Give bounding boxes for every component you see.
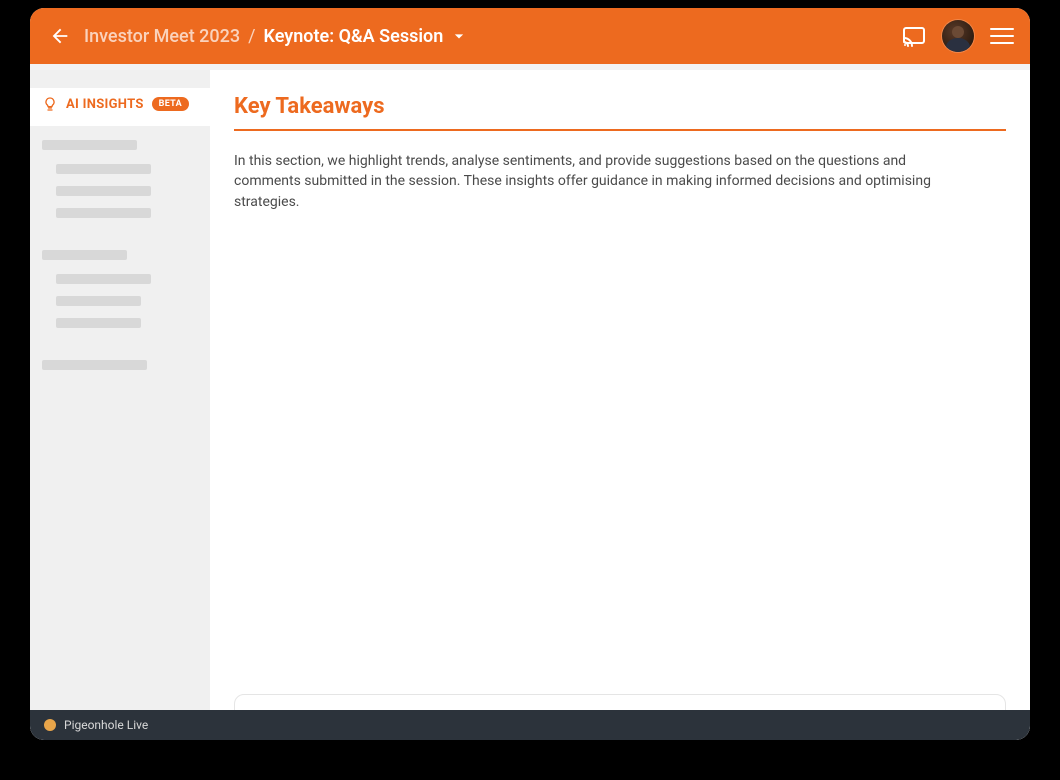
breadcrumb-separator: /: [248, 26, 255, 47]
brand-name: Pigeonhole Live: [64, 718, 148, 732]
skeleton-placeholder: [42, 250, 127, 260]
hamburger-icon-line: [990, 42, 1014, 44]
sidebar-item-label: AI INSIGHTS: [66, 97, 144, 112]
breadcrumb-current-dropdown[interactable]: Keynote: Q&A Session: [264, 26, 470, 47]
skeleton-placeholder: [56, 296, 141, 306]
sidebar-skeleton-group: [30, 126, 210, 236]
back-button[interactable]: [46, 22, 74, 50]
skeleton-placeholder: [56, 208, 151, 218]
skeleton-placeholder: [56, 164, 151, 174]
brand-logo-icon: [44, 719, 56, 731]
arrow-left-icon: [49, 25, 71, 47]
lightbulb-icon: [42, 96, 58, 112]
main-content: Key Takeaways In this section, we highli…: [210, 70, 1030, 740]
bottom-bar: Pigeonhole Live: [30, 710, 1030, 740]
content-area: AI INSIGHTS BETA Key Takeaways In th: [30, 70, 1030, 740]
cast-icon[interactable]: [902, 24, 926, 48]
chevron-down-icon: [449, 26, 469, 46]
sidebar: AI INSIGHTS BETA: [30, 70, 210, 740]
skeleton-placeholder: [56, 186, 151, 196]
header-actions: [902, 20, 1014, 52]
hamburger-icon-line: [990, 35, 1014, 37]
beta-badge: BETA: [152, 97, 189, 111]
app-header: Investor Meet 2023 / Keynote: Q&A Sessio…: [30, 8, 1030, 64]
sidebar-item-ai-insights[interactable]: AI INSIGHTS BETA: [30, 88, 210, 126]
breadcrumb-current-label: Keynote: Q&A Session: [264, 26, 444, 47]
sidebar-skeleton-group: [30, 236, 210, 346]
page-title: Key Takeaways: [234, 94, 1006, 131]
breadcrumb-parent[interactable]: Investor Meet 2023: [84, 26, 240, 47]
menu-button[interactable]: [990, 24, 1014, 48]
intro-text: In this section, we highlight trends, an…: [234, 151, 954, 212]
skeleton-placeholder: [56, 318, 141, 328]
breadcrumb: Investor Meet 2023 / Keynote: Q&A Sessio…: [84, 26, 469, 47]
sidebar-skeleton-group: [30, 346, 210, 390]
app-frame: Investor Meet 2023 / Keynote: Q&A Sessio…: [30, 8, 1030, 740]
skeleton-placeholder: [56, 274, 151, 284]
skeleton-placeholder: [42, 360, 147, 370]
avatar[interactable]: [942, 20, 974, 52]
hamburger-icon-line: [990, 28, 1014, 30]
skeleton-placeholder: [42, 140, 137, 150]
